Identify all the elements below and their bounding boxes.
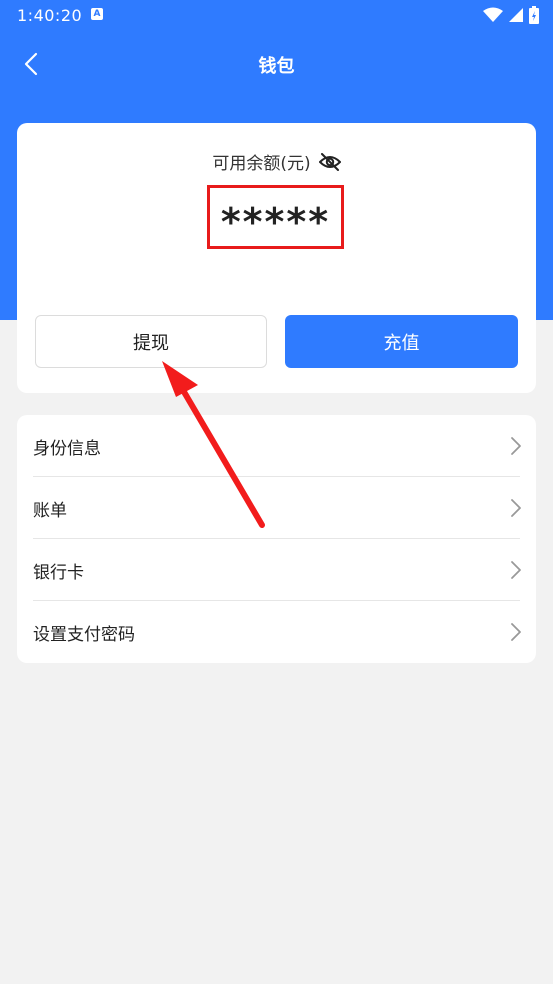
nav-bar: 钱包 (0, 40, 553, 88)
menu-item-label: 账单 (33, 500, 67, 521)
battery-icon (529, 6, 539, 24)
menu-item-bank-card[interactable]: 银行卡 (17, 539, 536, 601)
chevron-right-icon (511, 499, 521, 517)
annotation-arrow (162, 361, 265, 528)
menu-list: 身份信息 账单 银行卡 设置支付密码 (17, 415, 536, 663)
chevron-right-icon (511, 437, 521, 455)
balance-highlight-box: ***** (207, 185, 344, 249)
eye-off-icon[interactable] (318, 152, 341, 171)
menu-item-label: 身份信息 (33, 438, 101, 459)
balance-card: 可用余额(元) ***** 提现 充值 (17, 123, 536, 393)
status-time: 1:40:20 (17, 6, 83, 25)
chevron-right-icon (511, 561, 521, 579)
menu-item-identity[interactable]: 身份信息 (17, 415, 536, 477)
menu-item-label: 银行卡 (33, 562, 84, 583)
status-bar: 1:40:20 A (0, 0, 553, 30)
status-icons (483, 6, 539, 24)
balance-value: ***** (220, 200, 331, 244)
page-title: 钱包 (258, 56, 295, 77)
recharge-button[interactable]: 充值 (285, 315, 518, 368)
menu-item-payment-password[interactable]: 设置支付密码 (17, 601, 536, 663)
menu-item-label: 设置支付密码 (33, 624, 135, 645)
balance-label: 可用余额(元) (212, 154, 311, 174)
signal-icon (509, 8, 523, 22)
menu-item-bills[interactable]: 账单 (17, 477, 536, 539)
chevron-right-icon (511, 623, 521, 641)
wifi-icon (483, 7, 503, 22)
notification-icon: A (91, 8, 103, 20)
balance-label-row: 可用余额(元) (17, 149, 536, 174)
